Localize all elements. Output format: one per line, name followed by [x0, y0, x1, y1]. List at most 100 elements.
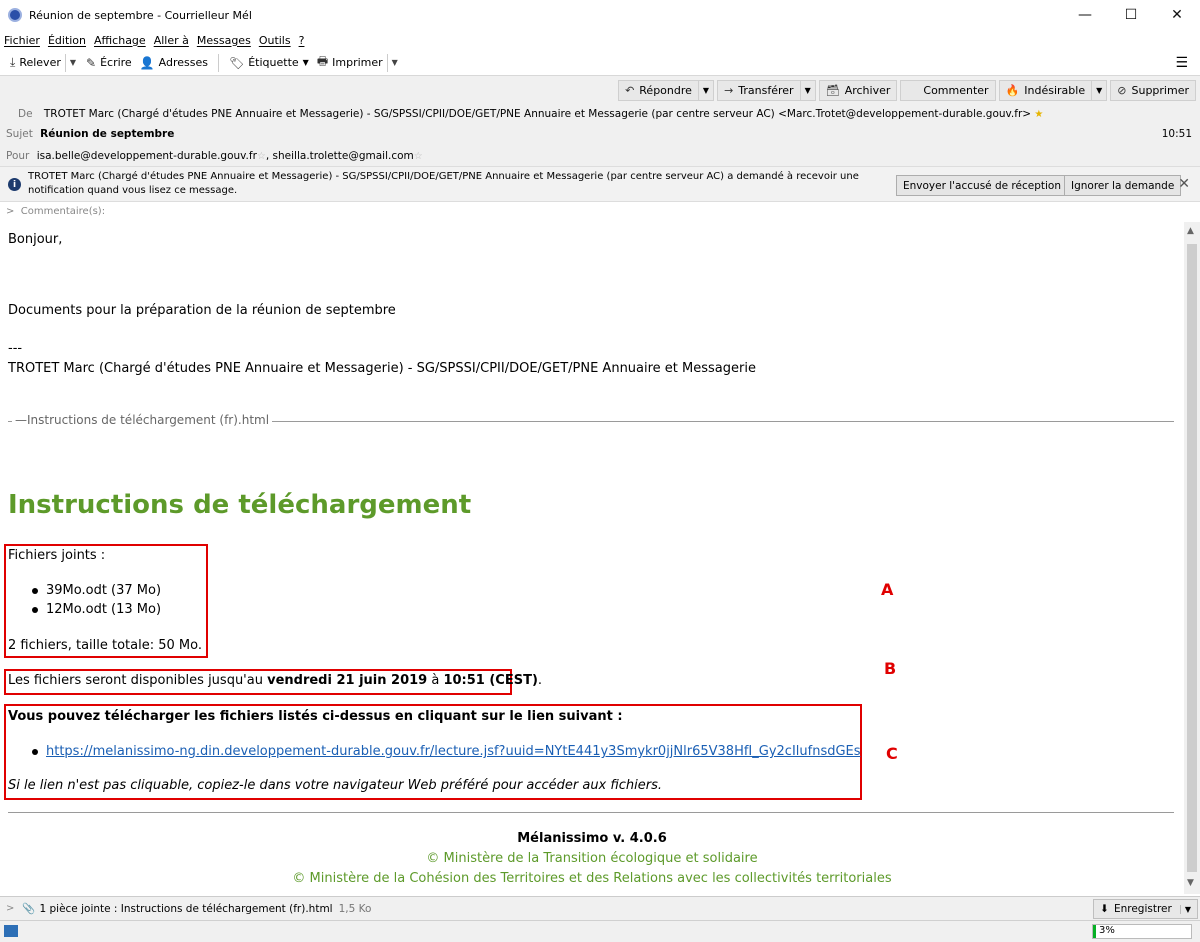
relever-label: Relever [19, 56, 61, 69]
files-total: 2 fichiers, taille totale: 50 Mo. [8, 638, 202, 653]
send-receipt-button[interactable]: Envoyer l'accusé de réception [896, 175, 1068, 196]
from-value[interactable]: TROTET Marc (Chargé d'études PNE Annuair… [44, 108, 1031, 120]
relever-dropdown[interactable]: ▼ [64, 53, 80, 72]
reply-icon: ↶ [625, 84, 635, 97]
toolbar-separator [217, 53, 219, 72]
signature: TROTET Marc (Chargé d'études PNE Annuair… [8, 361, 756, 376]
contact-icon: 👤 [139, 55, 155, 70]
menu-messages[interactable]: Messages [197, 34, 251, 47]
printer-icon: 🖶 [316, 54, 329, 68]
notification-text: TROTET Marc (Chargé d'études PNE Annuair… [28, 171, 859, 196]
availability-prefix: Les fichiers seront disponibles jusqu'au [8, 673, 268, 688]
adresses-label: Adresses [158, 56, 208, 69]
forward-split: → Transférer ▼ [717, 80, 816, 101]
progress-bar: 3% [1092, 924, 1192, 939]
app-logo-icon [8, 8, 22, 22]
menu-affichage[interactable]: Affichage [94, 34, 146, 47]
to-value-2[interactable]: , sheilla.trolette@gmail.com [266, 150, 414, 162]
close-icon[interactable]: ✕ [1178, 176, 1190, 192]
greeting: Bonjour, [8, 232, 63, 247]
junk-button[interactable]: 🔥 Indésirable [998, 80, 1093, 101]
availability-date: vendredi 21 juin 2019 [267, 673, 428, 688]
no-entry-icon: ⊘ [1117, 84, 1127, 97]
maximize-button[interactable]: ☐ [1108, 0, 1154, 30]
download-arrow-icon: ⬇ [1100, 903, 1109, 915]
etiquette-label: Étiquette [248, 56, 299, 69]
chevron-down-icon[interactable]: ▼ [1179, 904, 1191, 914]
marker-c: C [886, 744, 898, 763]
body-line: Documents pour la préparation de la réun… [8, 303, 396, 318]
chevron-right-icon: > [6, 206, 15, 217]
footer-separator [8, 812, 1174, 813]
bullet-icon [32, 587, 38, 594]
menu-aller-a[interactable]: Aller à [154, 34, 189, 47]
etiquette-button[interactable]: 🏷 Étiquette ▼ [225, 52, 313, 74]
comment-button[interactable]: Commenter [900, 80, 996, 101]
menu-fichier[interactable]: Fichier [4, 34, 40, 47]
message-body: Bonjour, Documents pour la préparation d… [0, 222, 1184, 894]
reply-dropdown[interactable]: ▼ [698, 80, 715, 101]
archive-icon: 🗃 [825, 84, 840, 97]
scroll-down-icon[interactable]: ▼ [1187, 878, 1194, 888]
imprimer-label: Imprimer [332, 56, 383, 69]
availability-mid: à [427, 673, 444, 688]
forward-label: Transférer [738, 84, 794, 97]
delete-button[interactable]: ⊘ Supprimer [1110, 80, 1196, 101]
subject-value: Réunion de septembre [40, 128, 175, 140]
scroll-up-icon[interactable]: ▲ [1187, 226, 1194, 236]
save-attachment-button[interactable]: ⬇ Enregistrer ▼ [1093, 899, 1198, 919]
save-label: Enregistrer [1113, 903, 1172, 915]
attachment-bar: > 📎 1 pièce jointe : Instructions de tél… [0, 896, 1200, 920]
reply-split: ↶ Répondre ▼ [618, 80, 715, 101]
download-link[interactable]: https://melanissimo-ng.din.developpement… [46, 744, 861, 759]
menu-outils[interactable]: Outils [259, 34, 291, 47]
ignore-request-button[interactable]: Ignorer la demande [1064, 175, 1182, 196]
forward-dropdown[interactable]: ▼ [800, 80, 816, 101]
attachment-label[interactable]: 1 pièce jointe : Instructions de télécha… [39, 903, 332, 915]
bullet-icon [32, 748, 38, 755]
star-outline-icon[interactable]: ☆ [414, 151, 423, 162]
progress-fill [1093, 925, 1096, 938]
footer-copyright-1: © Ministère de la Transition écologique … [426, 851, 758, 866]
forward-button[interactable]: → Transférer [717, 80, 801, 101]
comment-label: Commenter [923, 84, 989, 97]
reply-button[interactable]: ↶ Répondre [618, 80, 699, 101]
scrollbar-thumb[interactable] [1187, 244, 1197, 872]
minimize-button[interactable]: — [1062, 0, 1108, 30]
comments-toggle[interactable]: > Commentaire(s): [6, 206, 105, 217]
imprimer-button[interactable]: 🖶 Imprimer [313, 52, 387, 74]
to-value-1[interactable]: isa.belle@developpement-durable.gouv.fr [37, 150, 257, 162]
chevron-right-icon[interactable]: > [6, 903, 14, 914]
attachment-separator-text: Instructions de téléchargement (fr).html [27, 413, 270, 427]
menu-help[interactable]: ? [299, 34, 305, 47]
hamburger-menu-icon[interactable]: ☰ [1175, 55, 1188, 71]
vertical-scrollbar[interactable]: ▲ ▼ [1184, 222, 1200, 894]
menu-edition[interactable]: Édition [48, 34, 86, 47]
delete-label: Supprimer [1131, 84, 1189, 97]
paperclip-icon: 📎 [22, 903, 36, 915]
tag-icon: 🏷 [228, 55, 245, 70]
adresses-button[interactable]: 👤 Adresses [136, 52, 212, 74]
attachment-size: 1,5 Ko [338, 902, 372, 915]
title-bar: Réunion de septembre - Courrielleur Mél … [0, 0, 1200, 30]
pencil-icon: ✎ [86, 55, 97, 70]
imprimer-dropdown[interactable]: ▼ [386, 53, 402, 72]
list-item: 12Mo.odt (13 Mo) [32, 602, 161, 617]
download-note: Si le lien n'est pas cliquable, copiez-l… [8, 778, 663, 793]
archive-label: Archiver [844, 84, 891, 97]
online-status-icon[interactable] [4, 925, 18, 937]
subject-row: Sujet Réunion de septembre [0, 128, 174, 140]
download-instructions-title: Instructions de téléchargement [8, 490, 472, 520]
signature-dash: --- [8, 341, 23, 356]
close-button[interactable]: ✕ [1154, 0, 1200, 30]
ecrire-button[interactable]: ✎ Écrire [82, 52, 136, 74]
ecrire-label: Écrire [100, 56, 132, 69]
junk-dropdown[interactable]: ▼ [1092, 80, 1108, 101]
star-outline-icon[interactable]: ☆ [257, 151, 266, 162]
star-filled-icon[interactable]: ★ [1034, 109, 1043, 120]
marker-b: B [884, 659, 897, 678]
archive-button[interactable]: 🗃 Archiver [818, 80, 898, 101]
window-controls: — ☐ ✕ [1062, 0, 1200, 30]
files-label: Fichiers joints : [8, 548, 106, 563]
relever-button[interactable]: ⤓ Relever [6, 52, 65, 74]
